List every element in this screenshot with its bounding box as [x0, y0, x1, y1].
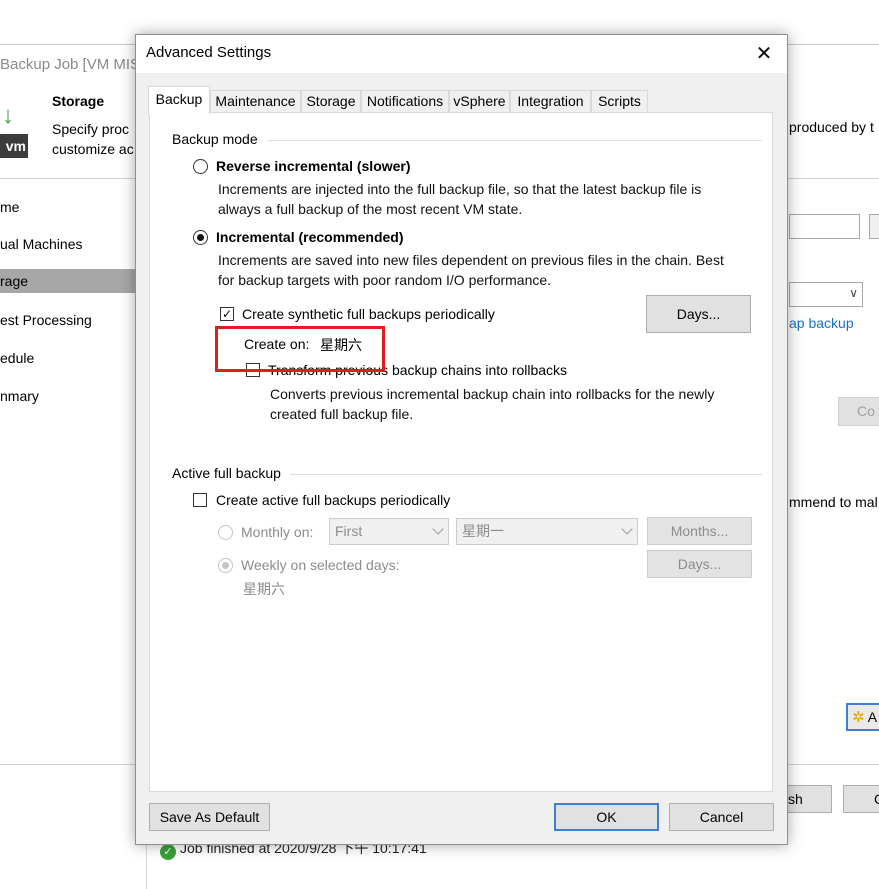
wizard-window-title: Backup Job [VM MIS — [0, 56, 141, 73]
sidebar-item-summary[interactable]: nmary — [0, 384, 135, 408]
monthly-week-select[interactable]: First — [329, 518, 449, 545]
tab-backup[interactable]: Backup — [148, 86, 210, 114]
tab-scripts[interactable]: Scripts — [591, 90, 648, 113]
synthetic-full-label[interactable]: Create synthetic full backups periodical… — [242, 306, 495, 322]
sidebar-item-guest-processing[interactable]: est Processing — [0, 308, 135, 332]
wizard-sidebar: me ual Machines rage est Processing edul… — [0, 179, 147, 889]
advanced-button[interactable]: ✲ A — [846, 703, 879, 731]
gear-icon: ✲ — [852, 709, 865, 726]
recommendation-text: mmend to mal — [789, 494, 878, 510]
finish-button[interactable]: sh — [787, 785, 832, 813]
reverse-incremental-radio[interactable] — [193, 159, 208, 174]
synthetic-days-button[interactable]: Days... — [646, 295, 751, 333]
backup-mode-group-line — [268, 140, 762, 141]
weekly-label[interactable]: Weekly on selected days: — [241, 557, 400, 573]
weekly-radio[interactable] — [218, 558, 233, 573]
wizard-desc-line-1: Specify proc — [52, 121, 130, 137]
cancel-button[interactable]: Cancel — [669, 803, 774, 831]
reverse-desc-line-1: Increments are injected into the full ba… — [218, 181, 702, 197]
map-backup-link[interactable]: ap backup — [789, 315, 854, 331]
save-as-default-button[interactable]: Save As Default — [149, 803, 270, 831]
wizard-desc-right-fragment: produced by t — [789, 119, 874, 135]
sidebar-item-schedule[interactable]: edule — [0, 346, 135, 370]
weekly-days-button[interactable]: Days... — [647, 550, 752, 578]
advanced-button-label: A — [867, 709, 878, 725]
tab-notifications[interactable]: Notifications — [361, 90, 449, 113]
wizard-desc-line-2: customize ac — [52, 141, 134, 157]
transform-rollbacks-label[interactable]: Transform previous backup chains into ro… — [268, 362, 567, 378]
incremental-label[interactable]: Incremental (recommended) — [216, 229, 404, 245]
monthly-label[interactable]: Monthly on: — [241, 524, 313, 540]
transform-rollbacks-checkbox[interactable] — [246, 363, 260, 377]
reverse-incremental-label[interactable]: Reverse incremental (slower) — [216, 158, 411, 174]
active-full-group-line — [290, 474, 762, 475]
close-icon[interactable]: ✕ — [749, 39, 779, 69]
advanced-settings-dialog: Advanced Settings ✕ Backup Maintenance S… — [135, 34, 788, 845]
monthly-day-value: 星期一 — [462, 523, 504, 539]
tab-maintenance[interactable]: Maintenance — [210, 90, 301, 113]
monthly-day-select[interactable]: 星期一 — [456, 518, 638, 545]
incremental-desc-line-2: for backup targets with poor random I/O … — [218, 272, 552, 288]
transform-desc-line-1: Converts previous incremental backup cha… — [270, 386, 715, 402]
tab-integration[interactable]: Integration — [510, 90, 591, 113]
browse-button[interactable] — [869, 214, 879, 239]
tab-vsphere[interactable]: vSphere — [449, 90, 510, 113]
create-on-value: 星期六 — [320, 337, 362, 353]
backup-repository-select[interactable]: ∨ — [789, 282, 863, 307]
months-button[interactable]: Months... — [647, 517, 752, 545]
dialog-titlebar: Advanced Settings ✕ — [136, 35, 787, 73]
green-arrow-icon: ↓ — [2, 102, 14, 129]
incremental-desc-line-1: Increments are saved into new files depe… — [218, 252, 724, 268]
monthly-radio[interactable] — [218, 525, 233, 540]
sidebar-item-name[interactable]: me — [0, 195, 135, 219]
success-check-icon: ✓ — [160, 844, 176, 860]
active-full-checkbox[interactable] — [193, 493, 207, 507]
weekly-selected-days: 星期六 — [243, 581, 285, 597]
chevron-down-icon — [432, 523, 444, 535]
repository-path-field[interactable] — [789, 214, 860, 239]
active-full-group-title: Active full backup — [172, 465, 285, 481]
synthetic-full-checkbox[interactable]: ✓ — [220, 307, 234, 321]
transform-desc-line-2: created full backup file. — [270, 406, 414, 422]
chevron-down-icon: ∨ — [849, 286, 858, 300]
backup-tab-panel: Backup mode Reverse incremental (slower)… — [149, 112, 773, 792]
active-full-label[interactable]: Create active full backups periodically — [216, 492, 450, 508]
chevron-down-icon — [621, 523, 633, 535]
tab-storage[interactable]: Storage — [301, 90, 361, 113]
transform-rollbacks-desc: Converts previous incremental backup cha… — [270, 384, 714, 424]
reverse-incremental-desc: Increments are injected into the full ba… — [218, 179, 701, 219]
wizard-cancel-button[interactable]: C — [843, 785, 879, 813]
dialog-title: Advanced Settings — [146, 44, 272, 61]
wizard-step-title: Storage — [52, 93, 105, 109]
vm-badge: vm — [0, 134, 28, 158]
reverse-desc-line-2: always a full backup of the most recent … — [218, 201, 523, 217]
vm-storage-icon: ↓ vm — [0, 104, 28, 158]
wizard-step-description: Specify proc customize ac — [52, 119, 134, 159]
backup-mode-group-title: Backup mode — [172, 131, 262, 147]
sidebar-item-virtual-machines[interactable]: ual Machines — [0, 232, 135, 256]
configure-button[interactable]: Co — [838, 397, 879, 426]
ok-button[interactable]: OK — [554, 803, 659, 831]
sidebar-item-storage[interactable]: rage — [0, 269, 135, 293]
create-on-label: Create on: — [244, 336, 310, 352]
incremental-radio[interactable] — [193, 230, 208, 245]
incremental-desc: Increments are saved into new files depe… — [218, 250, 724, 290]
monthly-week-value: First — [335, 523, 363, 539]
